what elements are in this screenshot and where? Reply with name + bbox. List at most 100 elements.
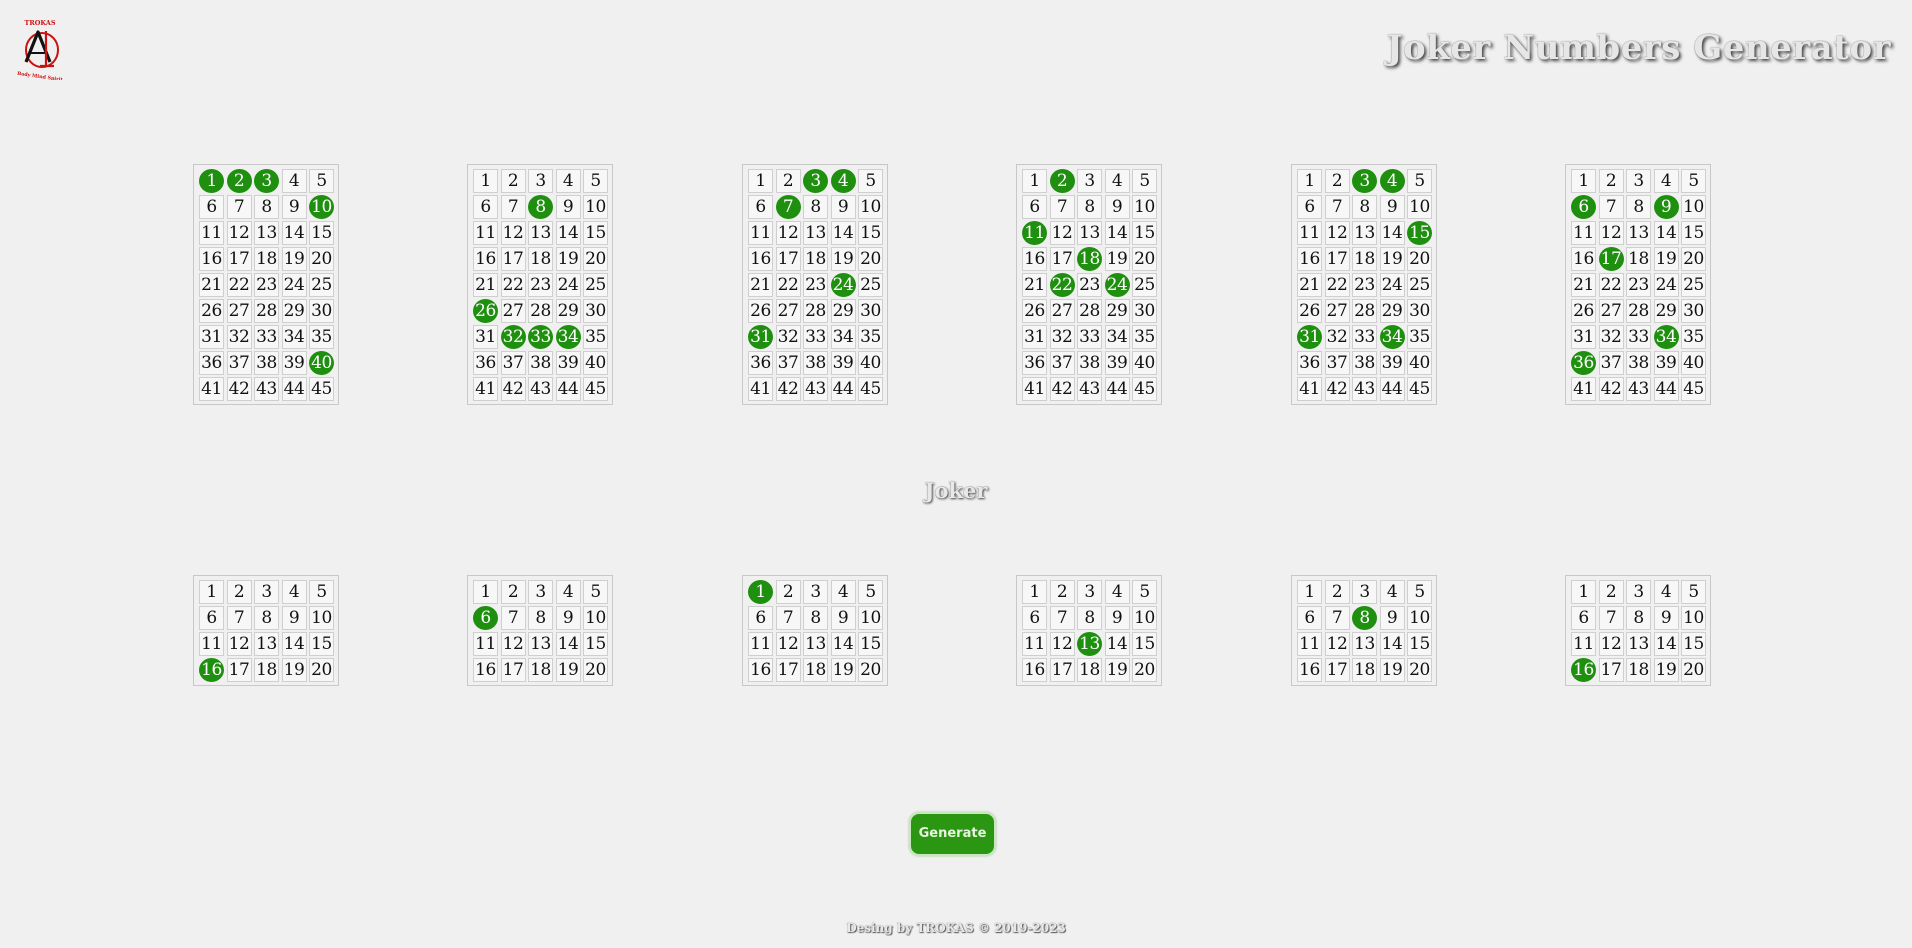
number-cell[interactable]: 36 [199,351,224,375]
joker-cell[interactable]: 17 [1324,658,1350,682]
number-cell[interactable]: 7 [226,195,252,219]
number-cell[interactable]: 37 [226,351,252,375]
number-cell[interactable]: 20 [1132,247,1157,271]
joker-cell[interactable]: 18 [254,658,279,682]
joker-cell-selected[interactable]: 6 [473,606,498,630]
joker-cell[interactable]: 9 [1104,606,1130,630]
joker-cell[interactable]: 20 [583,658,608,682]
number-cell-selected[interactable]: 31 [1297,325,1322,349]
number-cell[interactable]: 42 [1598,377,1624,401]
number-cell[interactable]: 31 [473,325,498,349]
number-cell[interactable]: 32 [775,325,801,349]
number-cell[interactable]: 17 [500,247,526,271]
joker-cell[interactable]: 11 [748,632,773,656]
number-cell[interactable]: 8 [803,195,828,219]
number-cell[interactable]: 3 [1626,169,1651,193]
number-cell[interactable]: 35 [1132,325,1157,349]
number-cell[interactable]: 11 [748,221,773,245]
number-cell[interactable]: 24 [1653,273,1679,297]
number-cell[interactable]: 22 [500,273,526,297]
number-cell[interactable]: 26 [199,299,224,323]
number-cell[interactable]: 18 [528,247,553,271]
number-cell[interactable]: 35 [1681,325,1706,349]
number-cell[interactable]: 16 [473,247,498,271]
number-cell[interactable]: 14 [1104,221,1130,245]
joker-cell[interactable]: 15 [858,632,883,656]
joker-cell[interactable]: 12 [226,632,252,656]
number-cell[interactable]: 8 [1352,195,1377,219]
joker-cell[interactable]: 8 [1077,606,1102,630]
number-cell[interactable]: 11 [199,221,224,245]
number-cell[interactable]: 35 [583,325,608,349]
number-cell-selected[interactable]: 33 [528,325,553,349]
joker-cell[interactable]: 17 [1598,658,1624,682]
number-cell[interactable]: 44 [1379,377,1405,401]
number-cell-selected[interactable]: 18 [1077,247,1102,271]
number-cell[interactable]: 2 [1598,169,1624,193]
joker-cell[interactable]: 14 [555,632,581,656]
number-cell[interactable]: 38 [1626,351,1651,375]
number-cell-selected[interactable]: 1 [199,169,224,193]
number-cell[interactable]: 18 [1626,247,1651,271]
joker-cell[interactable]: 12 [1324,632,1350,656]
joker-cell[interactable]: 15 [1132,632,1157,656]
joker-cell[interactable]: 18 [1352,658,1377,682]
number-cell[interactable]: 10 [583,195,608,219]
joker-cell[interactable]: 11 [1022,632,1047,656]
number-cell[interactable]: 41 [473,377,498,401]
number-cell[interactable]: 25 [1132,273,1157,297]
number-cell[interactable]: 11 [1297,221,1322,245]
number-cell[interactable]: 14 [281,221,307,245]
number-cell[interactable]: 22 [1598,273,1624,297]
joker-cell[interactable]: 15 [1407,632,1432,656]
number-cell[interactable]: 13 [803,221,828,245]
number-cell[interactable]: 44 [281,377,307,401]
number-cell[interactable]: 28 [1626,299,1651,323]
joker-cell[interactable]: 15 [309,632,334,656]
number-cell[interactable]: 29 [1379,299,1405,323]
number-cell[interactable]: 34 [1104,325,1130,349]
number-cell[interactable]: 44 [1653,377,1679,401]
number-cell[interactable]: 23 [1077,273,1102,297]
number-cell-selected[interactable]: 34 [555,325,581,349]
number-cell[interactable]: 26 [1571,299,1596,323]
number-cell[interactable]: 22 [226,273,252,297]
number-cell[interactable]: 32 [1598,325,1624,349]
number-cell[interactable]: 29 [830,299,856,323]
joker-cell-selected[interactable]: 1 [748,580,773,604]
number-cell[interactable]: 7 [1324,195,1350,219]
number-cell-selected[interactable]: 24 [830,273,856,297]
number-cell[interactable]: 1 [1297,169,1322,193]
number-cell[interactable]: 31 [199,325,224,349]
joker-cell[interactable]: 7 [775,606,801,630]
number-cell[interactable]: 3 [528,169,553,193]
joker-cell[interactable]: 10 [1681,606,1706,630]
number-cell[interactable]: 32 [1049,325,1075,349]
number-cell[interactable]: 30 [858,299,883,323]
joker-cell[interactable]: 9 [1653,606,1679,630]
joker-cell[interactable]: 10 [1407,606,1432,630]
number-cell[interactable]: 1 [1022,169,1047,193]
joker-cell[interactable]: 8 [254,606,279,630]
joker-cell[interactable]: 18 [1626,658,1651,682]
joker-cell[interactable]: 9 [281,606,307,630]
number-cell[interactable]: 38 [1352,351,1377,375]
joker-cell[interactable]: 7 [226,606,252,630]
number-cell[interactable]: 38 [528,351,553,375]
joker-cell[interactable]: 3 [1626,580,1651,604]
number-cell[interactable]: 29 [281,299,307,323]
joker-cell[interactable]: 11 [473,632,498,656]
joker-cell[interactable]: 13 [1352,632,1377,656]
number-cell[interactable]: 35 [1407,325,1432,349]
number-cell[interactable]: 24 [281,273,307,297]
number-cell[interactable]: 28 [803,299,828,323]
number-cell[interactable]: 16 [1571,247,1596,271]
number-cell[interactable]: 15 [858,221,883,245]
joker-cell[interactable]: 5 [1132,580,1157,604]
joker-cell[interactable]: 12 [775,632,801,656]
joker-cell[interactable]: 4 [1104,580,1130,604]
joker-cell[interactable]: 10 [858,606,883,630]
number-cell-selected[interactable]: 36 [1571,351,1596,375]
number-cell-selected[interactable]: 40 [309,351,334,375]
joker-cell[interactable]: 12 [1598,632,1624,656]
